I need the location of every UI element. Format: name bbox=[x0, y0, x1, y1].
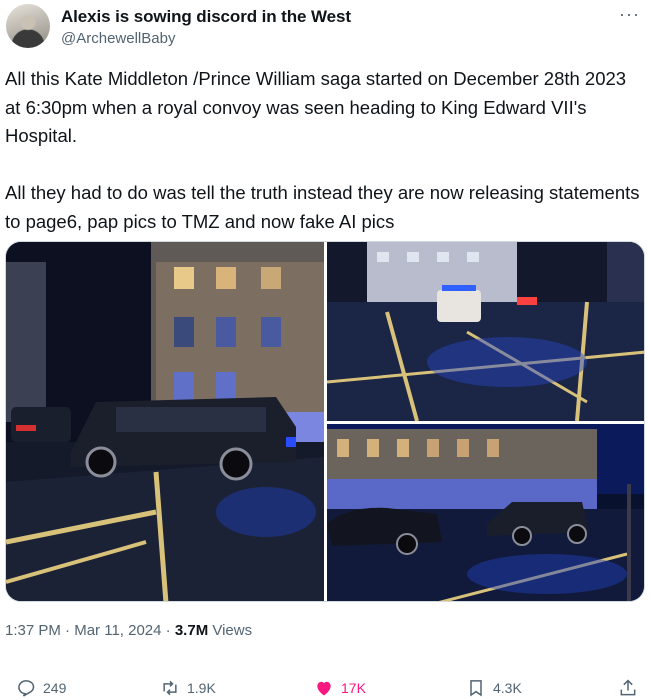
tweet-paragraph-1: All this Kate Middleton /Prince William … bbox=[5, 68, 627, 146]
share-button[interactable] bbox=[618, 678, 645, 698]
tweet-paragraph-2: All they had to do was tell the truth in… bbox=[5, 182, 640, 232]
media-grid bbox=[5, 241, 645, 602]
photo-police-car[interactable] bbox=[327, 242, 644, 421]
reply-count: 249 bbox=[43, 680, 67, 696]
photo-range-rover-corner[interactable] bbox=[6, 242, 324, 601]
reply-button[interactable]: 249 bbox=[16, 678, 66, 698]
tweet-meta: 1:37 PM · Mar 11, 2024 · 3.7M Views bbox=[5, 622, 252, 639]
like-button[interactable]: 17K bbox=[314, 678, 366, 698]
more-icon[interactable]: ··· bbox=[619, 4, 640, 25]
bookmark-icon bbox=[470, 680, 482, 697]
share-icon bbox=[620, 679, 636, 696]
display-name[interactable]: Alexis is sowing discord in the West bbox=[61, 7, 351, 27]
views-label: Views bbox=[208, 622, 253, 639]
views-count: 3.7M bbox=[174, 622, 209, 639]
bookmark-count: 4.3K bbox=[493, 680, 522, 696]
repost-count: 1.9K bbox=[187, 680, 216, 696]
avatar[interactable] bbox=[6, 4, 50, 48]
bookmark-button[interactable]: 4.3K bbox=[466, 678, 522, 698]
like-icon bbox=[317, 681, 331, 696]
repost-icon bbox=[163, 680, 177, 696]
meta-separator: · bbox=[161, 622, 175, 639]
repost-button[interactable]: 1.9K bbox=[160, 678, 216, 698]
user-handle[interactable]: @ArchewellBaby bbox=[61, 30, 175, 47]
tweet-header: Alexis is sowing discord in the West @Ar… bbox=[6, 4, 644, 50]
action-bar: 249 1.9K 17K 4.3K bbox=[0, 672, 650, 700]
reply-icon bbox=[18, 680, 35, 697]
tweet-text: All this Kate Middleton /Prince William … bbox=[5, 65, 640, 236]
tweet-date[interactable]: Mar 11, 2024 bbox=[74, 622, 161, 639]
photo-convoy-building[interactable] bbox=[327, 424, 644, 601]
tweet-time[interactable]: 1:37 PM bbox=[5, 622, 61, 639]
meta-separator: · bbox=[60, 622, 75, 639]
like-count: 17K bbox=[341, 680, 366, 696]
